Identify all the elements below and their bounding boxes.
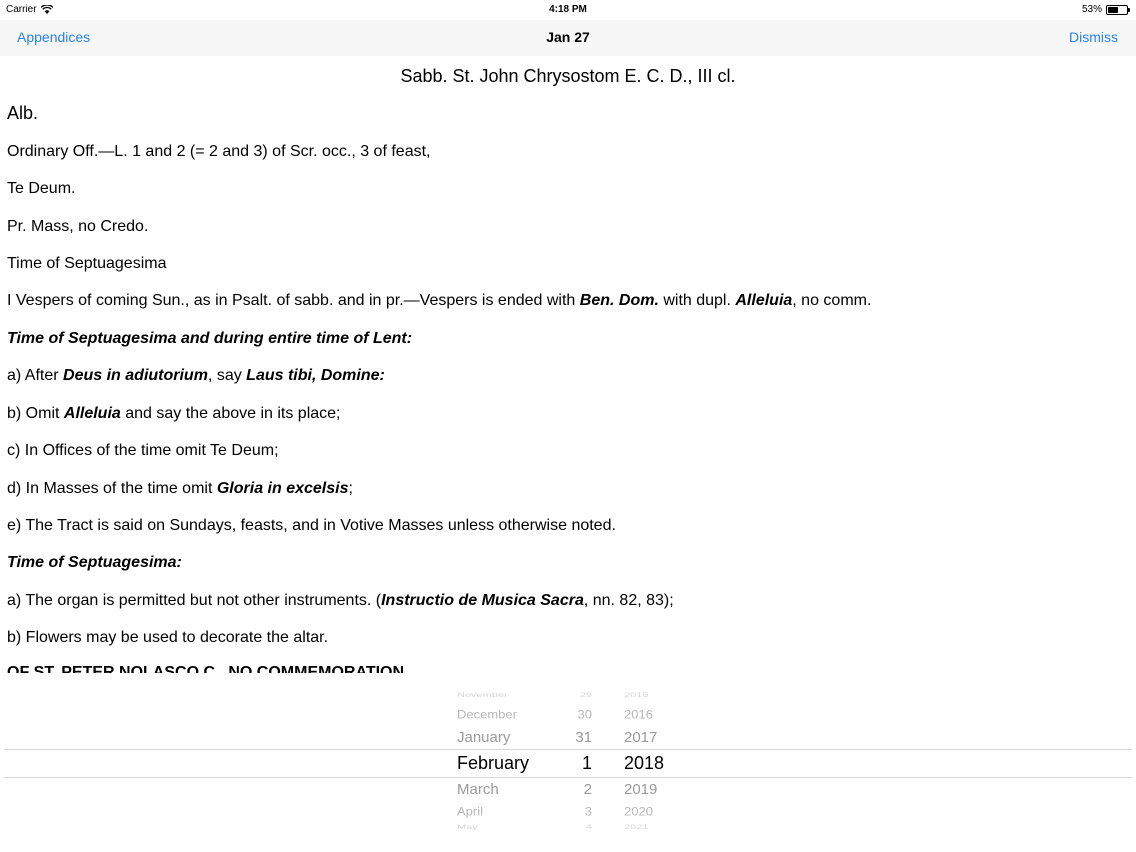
dismiss-button[interactable]: Dismiss <box>1069 29 1118 45</box>
picker-day-option[interactable]: 4 <box>560 823 592 830</box>
vespers-text: I Vespers of coming Sun., as in Psalt. o… <box>7 292 580 309</box>
rubric-text: , nn. 82, 83); <box>583 592 674 609</box>
picker-year-option[interactable]: 2021 <box>624 823 648 830</box>
rubric-text: , say <box>207 367 247 384</box>
picker-month-option[interactable]: November <box>457 691 508 698</box>
picker-day-option[interactable]: 3 <box>560 805 592 819</box>
rubric-emphasis: Gloria in excelsis <box>216 480 349 497</box>
rubric-text: d) In Masses of the time omit <box>7 480 217 497</box>
picker-month-option[interactable]: January <box>457 729 510 746</box>
rubric-emphasis: Deus in adiutorium <box>63 367 208 384</box>
season-line: Time of Septuagesima <box>7 255 167 272</box>
picker-selection-top-line <box>4 749 1132 750</box>
picker-month-option[interactable]: May <box>457 823 478 830</box>
rubric-text: and say the above in its place; <box>120 405 341 422</box>
vespers-text: with dupl. <box>658 292 736 309</box>
vespers-text: , no comm. <box>792 292 872 309</box>
vespers-emphasis: Alleluia <box>735 292 793 309</box>
rubric-item-a2: a) The organ is permitted but not other … <box>7 592 674 610</box>
picker-year-option[interactable]: 2017 <box>624 729 657 746</box>
document-title: Sabb. St. John Chrysostom E. C. D., III … <box>400 66 736 86</box>
rubric-emphasis: Alleluia <box>63 405 121 422</box>
rubric-text: a) After <box>7 367 64 384</box>
rubric-emphasis: Instructio de Musica Sacra <box>381 592 584 609</box>
picker-selection-bottom-line <box>4 777 1132 778</box>
nav-title: Jan 27 <box>546 29 590 45</box>
rubric-item-b2: b) Flowers may be used to decorate the a… <box>7 629 329 646</box>
picker-month-option[interactable]: April <box>457 805 483 819</box>
picker-day-option[interactable]: 31 <box>560 729 592 746</box>
battery-level-fill <box>1108 6 1118 13</box>
battery-icon <box>1106 4 1130 15</box>
rubric-item-a: a) After Deus in adiutorium, say Laus ti… <box>7 367 385 385</box>
rubric-text: a) The organ is permitted but not other … <box>7 592 382 609</box>
rubric-emphasis: Laus tibi, Domine: <box>246 367 385 384</box>
rubric-text: ; <box>348 480 353 497</box>
status-battery: 53% <box>1081 4 1130 15</box>
navigation-bar: Appendices Jan 27 Dismiss <box>0 20 1136 56</box>
picker-year-option[interactable]: 2020 <box>624 805 653 819</box>
document-content[interactable]: Sabb. St. John Chrysostom E. C. D., III … <box>0 56 1136 673</box>
picker-year-option[interactable]: 2015 <box>624 691 648 698</box>
picker-month-option[interactable]: March <box>457 781 499 798</box>
picker-year-option[interactable]: 2016 <box>624 708 653 722</box>
picker-year-option[interactable]: 2019 <box>624 781 657 798</box>
battery-percent: 53% <box>1081 4 1102 15</box>
picker-day-option[interactable]: 30 <box>560 708 592 722</box>
picker-month-option[interactable]: December <box>457 708 517 722</box>
rubric-text: b) Omit <box>7 405 64 422</box>
picker-day-selected[interactable]: 1 <box>560 753 592 774</box>
rubric-item-d: d) In Masses of the time omit Gloria in … <box>7 480 353 498</box>
mass-line: Pr. Mass, no Credo. <box>7 218 149 235</box>
rubric-item-c: c) In Offices of the time omit Te Deum; <box>7 442 279 459</box>
rubric-item-b: b) Omit Alleluia and say the above in it… <box>7 405 341 423</box>
section-heading: Time of Septuagesima: <box>7 554 182 571</box>
rubric-item-e: e) The Tract is said on Sundays, feasts,… <box>7 517 616 534</box>
liturgical-color: Alb. <box>7 103 39 123</box>
picker-day-option[interactable]: 29 <box>560 691 592 698</box>
picker-year-selected[interactable]: 2018 <box>624 753 664 774</box>
section-heading: Time of Septuagesima and during entire t… <box>7 330 413 347</box>
date-picker[interactable]: November December January February March Apri… <box>0 673 1136 852</box>
vespers-emphasis: Ben. Dom. <box>579 292 659 309</box>
te-deum-line: Te Deum. <box>7 180 76 197</box>
picker-month-selected[interactable]: February <box>457 753 529 774</box>
status-bar: Carrier 4:18 PM 53% <box>0 0 1136 20</box>
next-section-heading: OF ST. PETER NOLASCO C., NO COMMEMORATIO… <box>7 664 405 673</box>
appendices-button[interactable]: Appendices <box>17 29 90 45</box>
picker-day-option[interactable]: 2 <box>560 781 592 798</box>
vespers-line: I Vespers of coming Sun., as in Psalt. o… <box>7 292 871 310</box>
office-line: Ordinary Off.—L. 1 and 2 (= 2 and 3) of … <box>7 143 431 160</box>
status-time: 4:18 PM <box>549 4 587 15</box>
